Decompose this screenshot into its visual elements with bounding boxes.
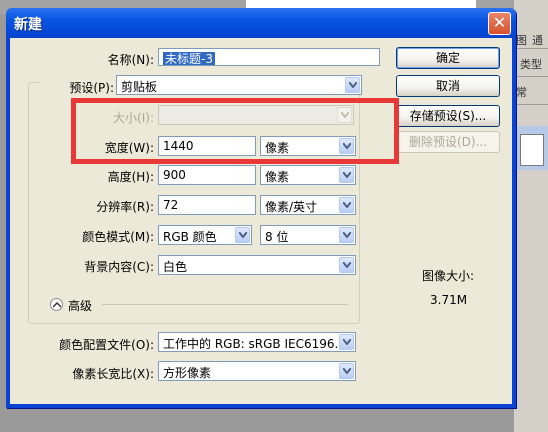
dialog-body: 名称(N): 未标题-3 预设(P): 剪贴板 大小(I): 宽度(W): 14… — [10, 38, 512, 404]
chevron-down-icon — [339, 197, 354, 213]
delete-preset-button[interactable]: 删除预设(D)... — [396, 131, 500, 153]
advanced-toggle[interactable] — [50, 298, 63, 311]
height-unit-value: 像素 — [265, 170, 290, 184]
bit-depth-value: 8 位 — [265, 230, 289, 244]
close-button[interactable]: ✕ — [488, 12, 511, 35]
height-label: 高度(H): — [107, 170, 154, 184]
background-panel: 图 通 类型 常 — [514, 0, 548, 432]
highlight-rectangle — [71, 98, 399, 164]
advanced-label: 高级 — [68, 299, 93, 313]
pixel-aspect-value: 方形像素 — [163, 366, 212, 380]
chevron-down-icon — [339, 167, 354, 183]
panel-tab-2[interactable]: 通 — [532, 32, 543, 48]
ok-button[interactable]: 确定 — [396, 47, 500, 69]
chevron-down-icon — [339, 227, 354, 243]
color-profile-select[interactable]: 工作中的 RGB: sRGB IEC6196... — [158, 332, 356, 352]
chevron-down-icon — [339, 334, 354, 350]
layer-thumbnail — [520, 134, 544, 166]
preset-select[interactable]: 剪贴板 — [116, 75, 362, 95]
resolution-unit-select[interactable]: 像素/英寸 — [260, 195, 356, 215]
chevron-down-icon — [235, 227, 250, 243]
preset-value: 剪贴板 — [121, 80, 158, 94]
chevron-down-icon — [339, 363, 354, 379]
resolution-label: 分辨率(R): — [96, 200, 154, 214]
color-mode-select[interactable]: RGB 颜色 — [158, 225, 252, 245]
advanced-divider — [102, 304, 348, 305]
height-input[interactable]: 900 — [158, 165, 256, 185]
pixel-aspect-select[interactable]: 方形像素 — [158, 361, 356, 381]
chevron-up-icon — [53, 301, 61, 308]
pixel-aspect-label: 像素长宽比(X): — [72, 367, 154, 381]
dialog-title: 新建 — [14, 17, 42, 33]
color-profile-value: 工作中的 RGB: sRGB IEC6196... — [163, 337, 346, 351]
panel-label-type: 类型 — [520, 58, 542, 71]
new-document-dialog: 新建 ✕ 名称(N): 未标题-3 预设(P): 剪贴板 大小(I): 宽度(W… — [6, 8, 516, 408]
close-icon: ✕ — [492, 13, 507, 32]
resolution-unit-value: 像素/英寸 — [265, 200, 318, 214]
background-value: 白色 — [163, 260, 188, 274]
image-size-value: 3.71M — [430, 293, 468, 307]
cancel-button[interactable]: 取消 — [396, 75, 500, 97]
color-mode-value: RGB 颜色 — [163, 230, 217, 244]
height-unit-select[interactable]: 像素 — [260, 165, 356, 185]
panel-tab-1[interactable]: 图 — [516, 32, 527, 48]
resolution-input[interactable]: 72 — [158, 195, 256, 215]
name-input[interactable]: 未标题-3 — [158, 48, 380, 66]
save-preset-button[interactable]: 存储预设(S)... — [396, 105, 500, 127]
background-label: 背景内容(C): — [84, 260, 154, 274]
image-size-label: 图像大小: — [422, 269, 475, 283]
background-select[interactable]: 白色 — [158, 255, 356, 275]
name-value: 未标题-3 — [163, 52, 215, 66]
panel-label-normal: 常 — [516, 86, 527, 99]
name-label: 名称(N): — [107, 53, 154, 67]
color-mode-label: 颜色模式(M): — [82, 230, 154, 244]
chevron-down-icon — [345, 77, 360, 93]
color-profile-label: 颜色配置文件(O): — [59, 338, 154, 352]
chevron-down-icon — [339, 257, 354, 273]
dialog-titlebar[interactable]: 新建 ✕ — [6, 8, 516, 38]
bit-depth-select[interactable]: 8 位 — [260, 225, 356, 245]
preset-label: 预设(P): — [40, 79, 116, 96]
